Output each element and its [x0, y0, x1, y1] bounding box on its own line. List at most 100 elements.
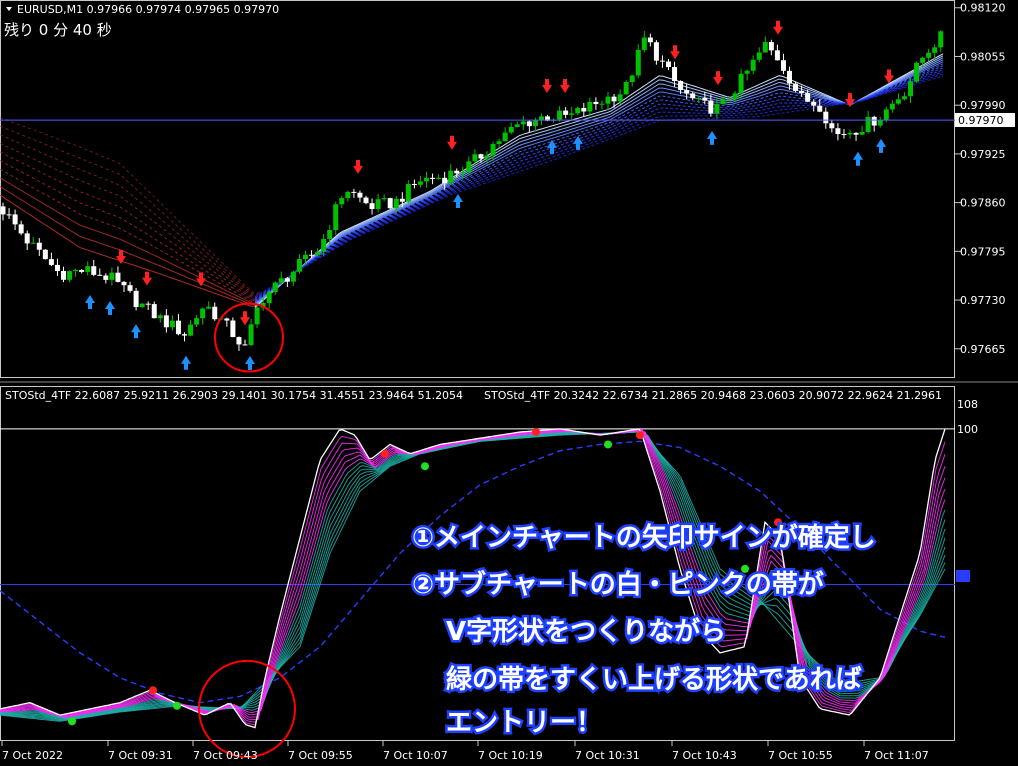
candle-body [847, 132, 853, 135]
candle-body [230, 320, 236, 338]
candle-body [641, 37, 647, 50]
candle-body [236, 337, 242, 345]
candle-body [411, 184, 417, 186]
green-signal-dot [68, 717, 76, 726]
candle-countdown-text: 残り 0 分 40 秒 [4, 21, 112, 39]
candle-body [345, 191, 351, 199]
candle-body [442, 177, 448, 184]
candle-body [726, 99, 732, 101]
candle-body [823, 111, 829, 124]
candle-body [79, 269, 85, 272]
candle-body [720, 99, 726, 105]
candle-body [938, 31, 944, 48]
candle-body [514, 124, 520, 127]
candle-body [768, 42, 774, 51]
candle-body [387, 198, 393, 209]
indicator-label-1: STOStd_4TF 22.6087 25.9211 26.2903 29.14… [5, 389, 463, 402]
candle-body [684, 90, 690, 94]
candle-body [750, 59, 756, 71]
candle-body [284, 278, 290, 282]
candle-body [526, 121, 532, 127]
candle-body [702, 98, 708, 101]
candle-body [381, 198, 387, 200]
candle-body [659, 60, 665, 62]
candle-body [883, 109, 889, 120]
price-tick-label: 0.98120 [960, 2, 1006, 15]
candle-body [732, 93, 738, 100]
candle-body [194, 318, 200, 325]
current-price-label: 0.97970 [958, 114, 1004, 127]
candle-body [67, 271, 73, 280]
candle-body [472, 154, 478, 162]
candle-body [139, 303, 145, 308]
annotation-line-5: エントリー！ [446, 708, 602, 738]
candle-body [393, 198, 399, 209]
candle-body [805, 93, 811, 102]
candle-body [296, 259, 302, 272]
candle-body [817, 105, 823, 112]
candle-body [647, 37, 653, 43]
candle-body [36, 242, 42, 250]
candle-body [6, 214, 12, 216]
candle-body [841, 134, 847, 136]
indicator-label-2: STOStd_4TF 20.3242 22.6734 21.2865 20.94… [484, 389, 942, 402]
price-tick-label: 0.97665 [960, 343, 1006, 356]
candle-body [448, 170, 454, 184]
candle-body [787, 70, 792, 84]
candle-body [581, 107, 587, 112]
candle-body [417, 181, 423, 185]
red-signal-dot [149, 686, 157, 695]
candle-body [490, 143, 496, 156]
candle-body [599, 103, 605, 105]
candle-body [774, 50, 780, 61]
candle-body [889, 103, 895, 110]
candle-body [690, 93, 696, 99]
price-tick-label: 0.97860 [960, 197, 1006, 210]
red-signal-dot [381, 449, 389, 458]
candle-body [375, 199, 381, 209]
indicator-tick-label: 100 [957, 423, 978, 436]
candle-body [460, 171, 466, 174]
candle-body [133, 290, 139, 308]
candle-body [24, 233, 30, 244]
candle-body [605, 96, 611, 104]
candle-body [103, 275, 109, 280]
candle-body [206, 306, 212, 309]
time-tick-label: 7 Oct 10:43 [672, 749, 737, 762]
candle-body [12, 214, 18, 225]
time-tick-label: 7 Oct 10:31 [575, 749, 640, 762]
candle-body [744, 70, 750, 74]
chart-background [0, 0, 1018, 766]
candle-body [242, 344, 248, 346]
candle-body [278, 278, 284, 283]
green-signal-dot [604, 440, 612, 449]
candle-body [91, 266, 97, 275]
time-tick-label: 7 Oct 10:07 [383, 749, 448, 762]
candle-body [678, 80, 684, 91]
red-signal-dot [636, 431, 644, 440]
candle-body [569, 113, 575, 115]
candle-body [617, 94, 623, 102]
candle-body [424, 177, 429, 182]
candle-body [575, 107, 581, 114]
annotation-line-3: V字形状をつくりながら [446, 616, 726, 647]
candle-body [563, 110, 569, 115]
price-tick-label: 0.97990 [960, 99, 1006, 112]
candle-body [85, 266, 91, 272]
candle-body [895, 99, 901, 104]
time-tick-label: 7 Oct 09:43 [193, 749, 258, 762]
candle-body [339, 198, 345, 205]
candle-body [708, 100, 714, 114]
candle-body [666, 61, 671, 68]
candle-body [623, 82, 629, 95]
price-tick-label: 0.97730 [960, 294, 1006, 307]
candle-body [212, 306, 218, 320]
price-tick-label: 0.97925 [960, 148, 1006, 161]
candle-body [182, 334, 187, 336]
candle-body [115, 272, 121, 282]
candle-body [865, 116, 871, 133]
candle-body [901, 96, 907, 100]
candle-body [466, 161, 472, 172]
time-tick-label: 7 Oct 10:55 [768, 749, 833, 762]
candle-body [853, 132, 859, 135]
